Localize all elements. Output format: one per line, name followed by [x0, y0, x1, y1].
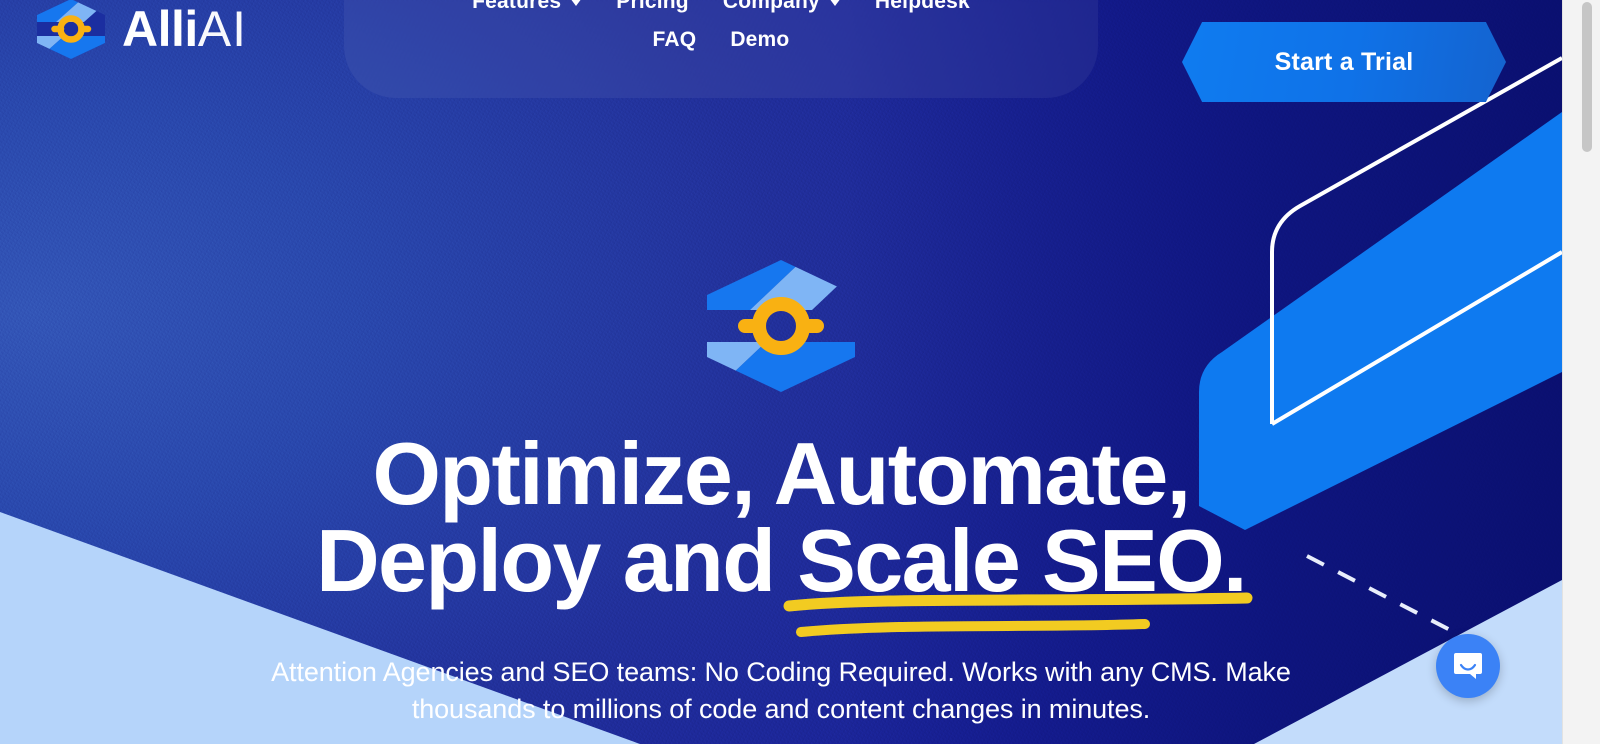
hero-section: Optimize, Automate, Deploy and Scale SEO… [0, 0, 1562, 744]
headline-line-2-underlined: Scale SEO. [797, 511, 1247, 611]
hero-headline: Optimize, Automate, Deploy and Scale SEO… [221, 424, 1341, 638]
headline-line-2: Deploy and Scale SEO. [221, 517, 1341, 638]
scrollbar-thumb[interactable] [1582, 2, 1592, 152]
screenshot-canvas: Alli AI Features Pricing Company Helpdesk [0, 0, 1600, 744]
hero-alliai-hexagon-logo-icon [707, 260, 855, 392]
chat-widget-button[interactable] [1436, 634, 1500, 698]
page-viewport: Alli AI Features Pricing Company Helpdesk [0, 0, 1562, 744]
headline-underlined-phrase: Scale SEO. [783, 517, 1253, 638]
scrollbar-gutter[interactable] [1562, 0, 1600, 744]
headline-line-2-plain: Deploy and [316, 511, 798, 611]
hero-subtitle: Attention Agencies and SEO teams: No Cod… [271, 657, 1291, 724]
headline-line-1: Optimize, Automate, [372, 424, 1191, 523]
chat-bubble-icon [1454, 653, 1482, 679]
